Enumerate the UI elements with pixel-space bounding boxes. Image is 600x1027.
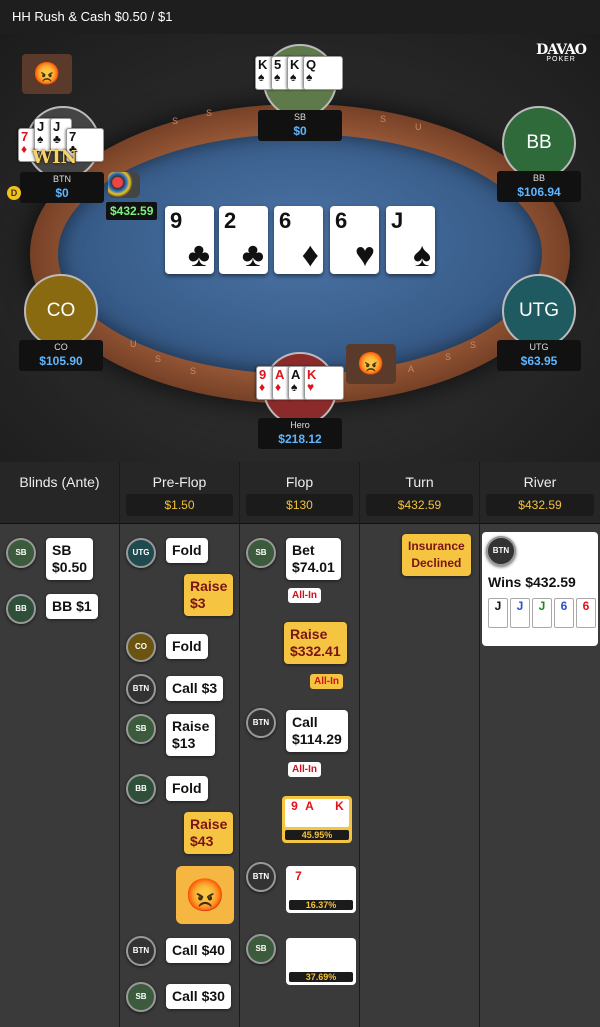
street-column-preflop: Pre-Flop $1.50 UTG Fold Raise $3 CO Fold … — [120, 462, 240, 1027]
bb-avatar[interactable]: BB — [502, 106, 576, 180]
street-column-turn: Turn $432.59 Insurance Declined — [360, 462, 480, 1027]
wins-amount: Wins $432.59 — [488, 574, 576, 590]
rail-letter: S — [155, 354, 162, 364]
poker-table-area: DAVAO POKER S S U S S S U S S A K ♠ 5 ♠ K ♠… — [0, 34, 600, 462]
position-badge-sb: SB — [246, 538, 276, 568]
winning-hand: J J J 6 6 — [488, 598, 596, 628]
co-avatar[interactable]: CO — [24, 274, 98, 348]
board-card: 6 ♥ — [330, 206, 379, 274]
action-bubble: Bet $74.01 — [286, 538, 341, 580]
dealer-button-icon: D — [7, 186, 21, 200]
winning-card: 6 — [554, 598, 574, 628]
rail-letter: S — [206, 108, 213, 118]
winner-panel: BTN Wins $432.59 J J J 6 6 — [482, 532, 598, 646]
street-title: River — [523, 474, 557, 490]
street-title: Turn — [405, 474, 434, 490]
position-badge-co: CO — [126, 632, 156, 662]
hero-card: K ♥ — [304, 366, 344, 400]
hero-seat-label: Hero $218.12 — [258, 418, 342, 449]
equity-percent: 45.95% — [285, 830, 349, 840]
street-pot: $130 — [246, 494, 353, 516]
rail-letter: S — [470, 340, 477, 350]
hand-history-panel: Blinds (Ante) SB SB $0.50 BB BB $1 Pre-Fl… — [0, 462, 600, 1027]
position-badge-bb: BB — [126, 774, 156, 804]
rail-letter: S — [380, 114, 387, 124]
angry-emoji-icon: 😡 — [346, 344, 396, 384]
position-badge-btn: BTN — [486, 536, 516, 566]
winning-card: 6 — [576, 598, 596, 628]
rail-letter: A — [408, 364, 415, 374]
action-bubble: Fold — [166, 776, 208, 801]
rail-letter: S — [172, 116, 179, 126]
action-bubble: Call $30 — [166, 984, 231, 1009]
action-bubble: Fold — [166, 538, 208, 563]
street-column-blinds: Blinds (Ante) SB SB $0.50 BB BB $1 — [0, 462, 120, 1027]
utg-avatar[interactable]: UTG — [502, 274, 576, 348]
rail-letter: S — [190, 366, 197, 376]
hero-action-bubble: Raise $3 — [184, 574, 234, 616]
board-card: J ♠ — [386, 206, 435, 274]
street-title: Pre-Flop — [152, 474, 207, 490]
position-badge-btn: BTN — [126, 936, 156, 966]
btn-seat-label: BTN $0 — [20, 172, 104, 203]
sb-equity-card: K5KQ 37.69% — [286, 938, 356, 985]
equity-percent: 16.37% — [289, 900, 353, 910]
winning-card: J — [532, 598, 552, 628]
hero-equity-card: 9AAK 45.95% — [282, 796, 352, 843]
hero-action-bubble: Raise $43 — [184, 812, 234, 854]
street-title: Blinds (Ante) — [19, 474, 100, 490]
equity-percent: 37.69% — [289, 972, 353, 982]
hero-action-bubble: Raise $332.41 — [284, 622, 347, 664]
board-card: 9 ♣ — [165, 206, 214, 274]
rail-letter: U — [130, 339, 137, 349]
street-pot: $432.59 — [366, 494, 473, 516]
position-badge-sb: SB — [126, 714, 156, 744]
position-badge-sb: SB — [6, 538, 36, 568]
position-badge-utg: UTG — [126, 538, 156, 568]
rail-letter: U — [415, 122, 422, 132]
hand-history-title: HH Rush & Cash $0.50 / $1 — [12, 9, 173, 24]
action-bubble: BB $1 — [46, 594, 98, 619]
board-card: 6 ♦ — [274, 206, 323, 274]
street-title: Flop — [285, 474, 314, 490]
rail-letter: S — [445, 352, 452, 362]
position-badge-btn: BTN — [126, 674, 156, 704]
utg-seat-label: UTG $63.95 — [497, 340, 581, 371]
angry-emoji-icon: 😡 — [22, 54, 72, 94]
won-pot-amount: $432.59 — [106, 202, 158, 220]
btn-equity-card: 7JJ7 16.37% — [286, 866, 356, 913]
davao-poker-logo: DAVAO POKER — [536, 42, 587, 63]
sb-seat-label: SB $0 — [258, 110, 342, 141]
win-badge: WIN — [32, 147, 78, 168]
insurance-bubble: Insurance Declined — [402, 534, 471, 576]
action-bubble: Fold — [166, 634, 208, 659]
angry-emoji-icon: 😡 — [176, 866, 234, 924]
position-badge-sb: SB — [126, 982, 156, 1012]
bb-seat-label: BB $106.94 — [497, 171, 581, 202]
position-badge-bb: BB — [6, 594, 36, 624]
street-pot: $1.50 — [126, 494, 233, 516]
position-badge-btn: BTN — [246, 862, 276, 892]
winning-card: J — [510, 598, 530, 628]
street-pot: $432.59 — [486, 494, 594, 516]
winning-card: J — [488, 598, 508, 628]
street-column-river: River $432.59 BTN Wins $432.59 J J J 6 6 — [480, 462, 600, 1027]
board-card: 2 ♣ — [219, 206, 268, 274]
all-in-tag: All-In — [288, 762, 321, 777]
street-column-flop: Flop $130 SB Bet $74.01 All-In Raise $332.… — [240, 462, 360, 1027]
all-in-tag: All-In — [310, 674, 343, 689]
chip-stack-icon — [108, 172, 140, 198]
position-badge-btn: BTN — [246, 708, 276, 738]
action-bubble: SB $0.50 — [46, 538, 94, 580]
all-in-tag: All-In — [288, 588, 321, 603]
sb-card: Q ♠ — [303, 56, 343, 90]
action-bubble: Call $114.29 — [286, 710, 348, 752]
position-badge-sb: SB — [246, 934, 276, 964]
action-bubble: Call $3 — [166, 676, 224, 701]
co-seat-label: CO $105.90 — [19, 340, 103, 371]
action-bubble: Call $40 — [166, 938, 231, 963]
top-bar: HH Rush & Cash $0.50 / $1 — [0, 0, 600, 34]
action-bubble: Raise $13 — [166, 714, 216, 756]
